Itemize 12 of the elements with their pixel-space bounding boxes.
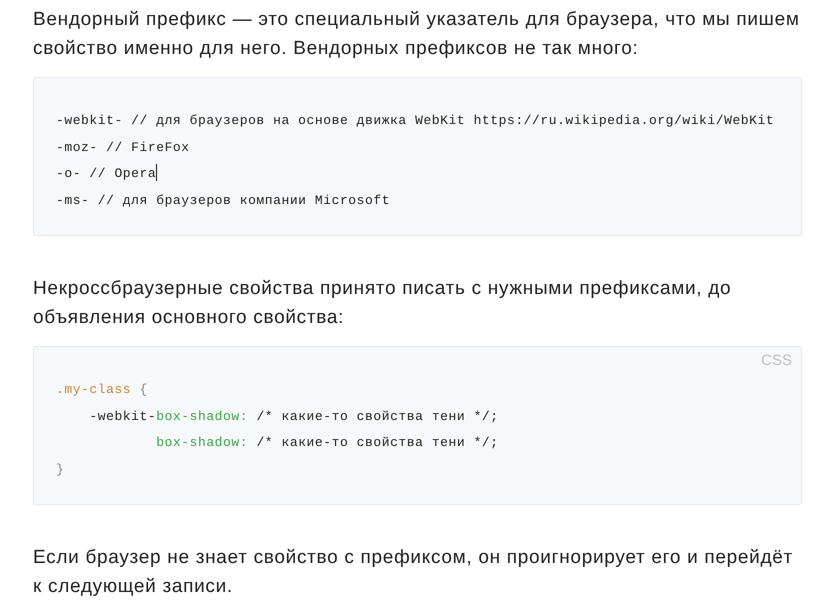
code-line: -webkit- // для браузеров на основе движка WebKit https://ru.wikipedia.org/wiki/WebKit <box>56 112 774 130</box>
code-line: box-shadow: /* какие-то свойства тени */; <box>155 434 499 452</box>
code-line: -moz- // FireFox <box>56 138 190 157</box>
paragraph: Некроссбраузерные свойства принято писать с нужными префиксами, до объявления основного свойства: <box>33 276 732 330</box>
code-line: -o- // Opera <box>56 163 158 184</box>
paragraph: Вендорный префикс — это специальный указатель для браузера, что мы пишем свойство именно для него. Вендорных префиксов не так много: <box>33 8 801 61</box>
code-line: .my-class { <box>56 380 148 399</box>
code-line: -webkit-box-shadow: /* какие-то свойства тени */; <box>88 408 499 426</box>
code-line: -ms- // для браузеров компании Microsoft <box>56 192 390 210</box>
language-label: CSS <box>761 352 792 369</box>
code-line: } <box>56 460 64 479</box>
paragraph: Если браузер не знает свойство с префиксом, он проигнорирует его и перейдёт к следующей записи. <box>33 546 794 599</box>
